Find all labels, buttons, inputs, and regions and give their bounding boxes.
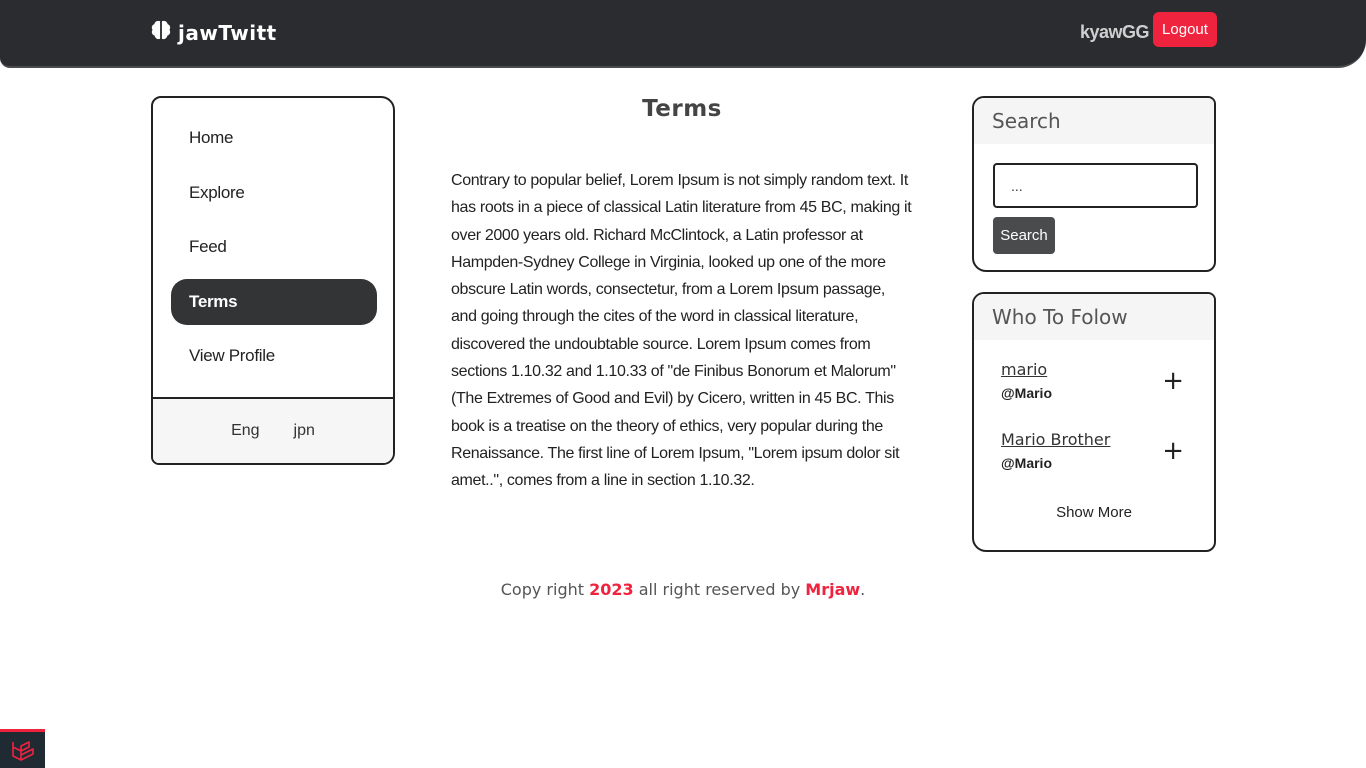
sidebar-menu: Home Explore Feed Terms View Profile	[153, 98, 393, 379]
sidebar-item-terms[interactable]: Terms	[171, 278, 377, 325]
search-card-title: Search	[974, 98, 1214, 144]
sidebar-item-explore[interactable]: Explore	[171, 170, 377, 216]
search-input[interactable]	[993, 163, 1198, 208]
brand-link[interactable]: jawTwitt	[150, 19, 277, 46]
logout-button[interactable]: Logout	[1153, 12, 1217, 47]
language-switcher: Eng jpn	[153, 397, 393, 463]
search-card: Search Search	[972, 96, 1216, 272]
who-to-follow-card: Who To Folow mario @Mario + Mario Brothe…	[972, 292, 1216, 552]
terms-body-text: Contrary to popular belief, Lorem Ipsum …	[451, 172, 912, 490]
language-eng-link[interactable]: Eng	[231, 422, 259, 440]
sidebar-item-home[interactable]: Home	[171, 115, 377, 161]
framework-logo-icon[interactable]	[0, 729, 45, 768]
page-title: Terms	[642, 96, 722, 122]
brand-name: jawTwitt	[178, 20, 277, 45]
follow-plus-icon[interactable]: +	[1162, 368, 1184, 394]
show-more-link[interactable]: Show More	[974, 504, 1214, 521]
page-footer: Copy right 2023 all right reserved by Mr…	[0, 580, 1366, 599]
sidebar-card: Home Explore Feed Terms View Profile Eng…	[151, 96, 395, 465]
sidebar-item-feed[interactable]: Feed	[171, 224, 377, 270]
footer-year: 2023	[589, 580, 634, 599]
top-navbar: jawTwitt kyawGG Logout	[0, 0, 1366, 68]
search-button[interactable]: Search	[993, 217, 1055, 254]
who-to-follow-title: Who To Folow	[974, 294, 1214, 340]
follow-suggestion: Mario Brother @Mario +	[974, 410, 1214, 480]
footer-suffix: .	[860, 580, 866, 599]
main-content: Terms Contrary to popular belief, Lorem …	[451, 96, 913, 495]
follow-suggestion: mario @Mario +	[974, 340, 1214, 410]
username-link[interactable]: kyawGG	[1080, 22, 1150, 43]
brain-icon	[150, 19, 172, 46]
footer-prefix: Copy right	[500, 580, 590, 599]
footer-middle: all right reserved by	[633, 580, 806, 599]
follow-plus-icon[interactable]: +	[1162, 438, 1184, 464]
sidebar-item-view-profile[interactable]: View Profile	[171, 333, 377, 379]
language-jpn-link[interactable]: jpn	[294, 422, 315, 440]
footer-author: Mrjaw	[805, 580, 861, 599]
